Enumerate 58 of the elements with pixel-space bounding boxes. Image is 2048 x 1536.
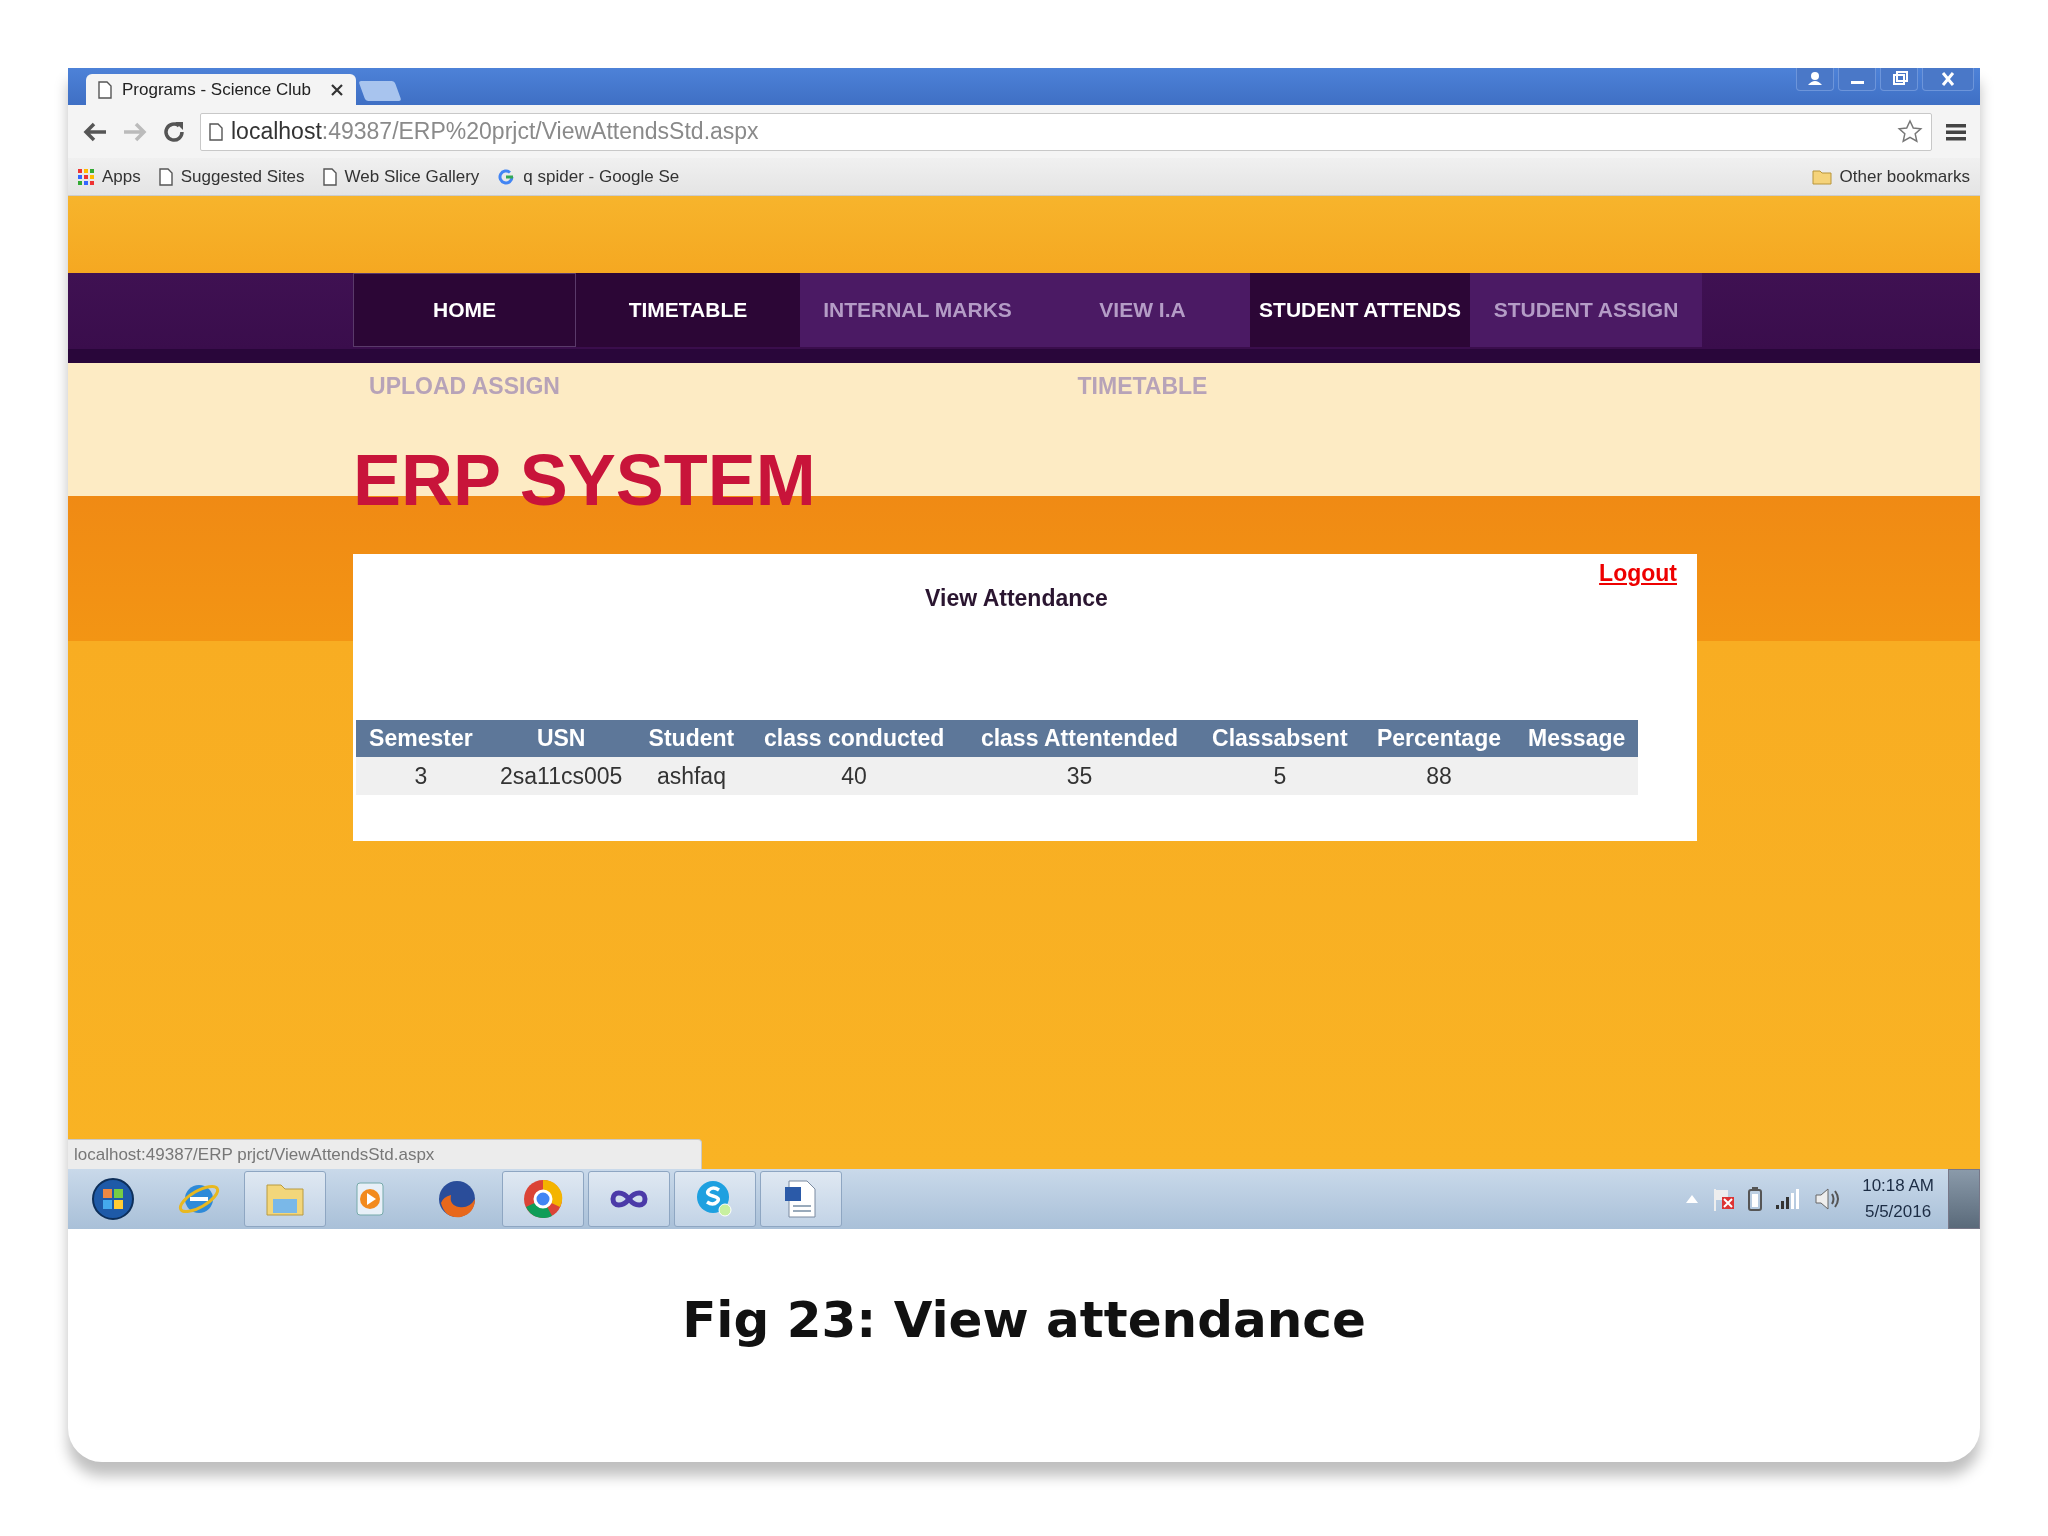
new-tab-button[interactable] — [358, 81, 402, 101]
page-icon — [98, 80, 112, 99]
table-cell: 2sa11cs005 — [485, 757, 637, 795]
status-url: localhost:49387/ERP prjct/ViewAttendsStd.aspx — [68, 1139, 702, 1169]
bookmark[interactable]: q spider - Google Se — [497, 166, 680, 187]
column-header: Message — [1515, 720, 1638, 757]
apps-icon — [78, 168, 94, 185]
page-icon — [209, 122, 223, 141]
taskbar-button[interactable] — [760, 1171, 842, 1227]
minimize-icon[interactable] — [1838, 68, 1876, 91]
nav-tab[interactable]: TIMETABLE — [576, 273, 800, 347]
menu-icon[interactable] — [1946, 121, 1966, 142]
battery-icon[interactable] — [1748, 1187, 1763, 1211]
google-icon — [497, 167, 516, 186]
bookmark[interactable]: Suggested Sites — [158, 166, 305, 187]
column-header: Semester — [356, 720, 486, 757]
page-icon — [322, 167, 337, 186]
address-field[interactable]: localhost:49387/ERP%20prjct/ViewAttendsStd.aspx — [200, 112, 1932, 151]
bookmark-folder[interactable]: Other bookmarks — [1811, 166, 1970, 187]
table-cell: 3 — [356, 757, 486, 795]
restore-icon[interactable] — [1880, 68, 1918, 91]
column-header: Percentage — [1362, 720, 1516, 757]
clock[interactable]: 10:18 AM 5/5/2016 — [1862, 1173, 1934, 1225]
table-cell: 88 — [1362, 757, 1516, 795]
column-header: Student — [636, 720, 747, 757]
nav-tab[interactable]: VIEW I.A — [1035, 273, 1250, 347]
browser-tab[interactable]: Programs - Science Club — [86, 74, 356, 105]
user-icon[interactable] — [1796, 68, 1834, 91]
figure-caption: Fig 23: View attendance — [682, 1291, 1366, 1349]
page-icon — [158, 167, 173, 186]
column-header: Classabsent — [1197, 720, 1363, 757]
table-cell: ashfaq — [636, 757, 747, 795]
reload-icon[interactable] — [162, 119, 186, 144]
panel-heading: View Attendance — [925, 585, 1108, 612]
folder-icon — [1811, 168, 1832, 185]
table-cell: 40 — [746, 757, 963, 795]
close-icon[interactable] — [330, 82, 344, 97]
back-icon[interactable] — [82, 120, 108, 143]
bookmark[interactable]: Web Slice Gallery — [322, 166, 480, 187]
star-icon[interactable] — [1897, 118, 1923, 145]
flag-icon[interactable] — [1712, 1187, 1735, 1211]
nav-tab[interactable]: STUDENT ASSIGN — [1470, 273, 1702, 347]
wheel-icon — [521, 1177, 565, 1221]
signal-icon[interactable] — [1776, 1189, 1801, 1209]
column-header: USN — [485, 720, 637, 757]
taskbar-button[interactable] — [502, 1171, 584, 1227]
start-orb-icon — [91, 1177, 135, 1221]
table-cell: 5 — [1197, 757, 1363, 795]
nav-tab[interactable]: INTERNAL MARKS — [800, 273, 1035, 347]
logout-link[interactable]: Logout — [1599, 560, 1677, 587]
column-header: class conducted — [746, 720, 963, 757]
nav-tab[interactable]: STUDENT ATTENDS — [1250, 273, 1470, 347]
taskbar-button[interactable] — [588, 1171, 670, 1227]
speaker-icon[interactable] — [1814, 1187, 1841, 1211]
nav-tab[interactable]: HOME — [353, 273, 576, 347]
table-cell: 35 — [962, 757, 1197, 795]
bookmark[interactable]: Apps — [78, 166, 141, 187]
column-header: class Attentended — [962, 720, 1197, 757]
